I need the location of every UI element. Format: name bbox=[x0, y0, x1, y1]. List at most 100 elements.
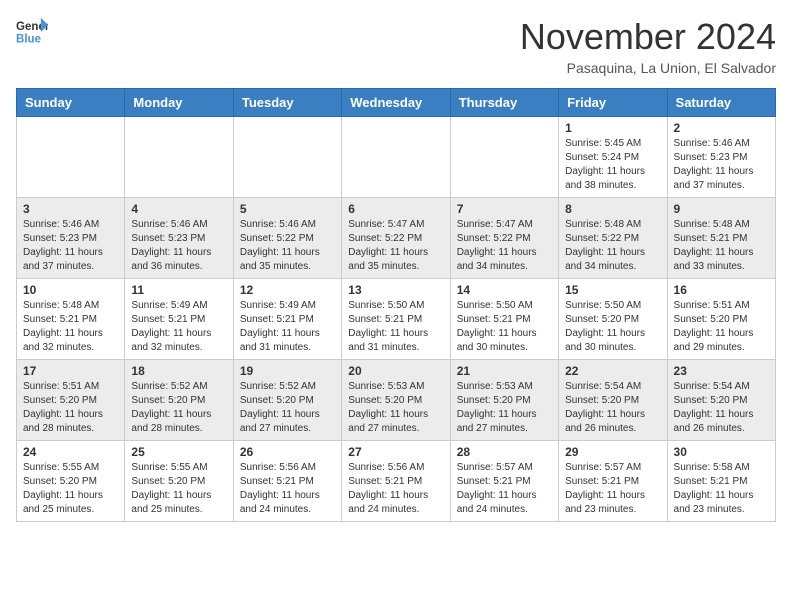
day-cell: 25 Sunrise: 5:55 AM Sunset: 5:20 PM Dayli… bbox=[125, 441, 233, 522]
day-cell: 29 Sunrise: 5:57 AM Sunset: 5:21 PM Dayli… bbox=[559, 441, 667, 522]
page-header: General Blue November 2024 Pasaquina, La… bbox=[16, 16, 776, 76]
day-info: Sunrise: 5:55 AM Sunset: 5:20 PM Dayligh… bbox=[131, 461, 226, 517]
day-cell: 15 Sunrise: 5:50 AM Sunset: 5:20 PM Dayli… bbox=[559, 279, 667, 360]
day-number: 26 bbox=[240, 445, 335, 459]
day-cell: 16Sunrise: 5:51 AM Sunset: 5:20 PM Dayli… bbox=[667, 279, 775, 360]
day-cell: 5Sunrise: 5:46 AM Sunset: 5:22 PM Daylig… bbox=[233, 198, 341, 279]
day-cell bbox=[125, 117, 233, 198]
day-number: 21 bbox=[457, 364, 552, 378]
day-cell: 28 Sunrise: 5:57 AM Sunset: 5:21 PM Dayli… bbox=[450, 441, 558, 522]
day-number: 11 bbox=[131, 283, 226, 297]
day-number: 17 bbox=[23, 364, 118, 378]
day-cell: 26 Sunrise: 5:56 AM Sunset: 5:21 PM Dayli… bbox=[233, 441, 341, 522]
day-info: Sunrise: 5:53 AM Sunset: 5:20 PM Dayligh… bbox=[348, 380, 443, 436]
day-number: 16 bbox=[674, 283, 769, 297]
day-cell: 22 Sunrise: 5:54 AM Sunset: 5:20 PM Dayli… bbox=[559, 360, 667, 441]
day-info: Sunrise: 5:57 AM Sunset: 5:21 PM Dayligh… bbox=[565, 461, 660, 517]
day-number: 6 bbox=[348, 202, 443, 216]
day-info: Sunrise: 5:48 AM Sunset: 5:21 PM Dayligh… bbox=[23, 299, 118, 355]
day-cell: 12Sunrise: 5:49 AM Sunset: 5:21 PM Dayli… bbox=[233, 279, 341, 360]
day-info: Sunrise: 5:45 AM Sunset: 5:24 PM Dayligh… bbox=[565, 137, 660, 193]
day-cell: 30Sunrise: 5:58 AM Sunset: 5:21 PM Dayli… bbox=[667, 441, 775, 522]
day-cell: 14 Sunrise: 5:50 AM Sunset: 5:21 PM Dayli… bbox=[450, 279, 558, 360]
weekday-header-row: SundayMondayTuesdayWednesdayThursdayFrid… bbox=[17, 89, 776, 117]
day-number: 2 bbox=[674, 121, 769, 135]
weekday-header-tuesday: Tuesday bbox=[233, 89, 341, 117]
day-info: Sunrise: 5:47 AM Sunset: 5:22 PM Dayligh… bbox=[457, 218, 552, 274]
day-info: Sunrise: 5:50 AM Sunset: 5:20 PM Dayligh… bbox=[565, 299, 660, 355]
day-info: Sunrise: 5:54 AM Sunset: 5:20 PM Dayligh… bbox=[674, 380, 769, 436]
day-number: 25 bbox=[131, 445, 226, 459]
day-number: 30 bbox=[674, 445, 769, 459]
day-info: Sunrise: 5:48 AM Sunset: 5:21 PM Dayligh… bbox=[674, 218, 769, 274]
day-cell: 3 Sunrise: 5:46 AM Sunset: 5:23 PM Daylig… bbox=[17, 198, 125, 279]
day-cell bbox=[342, 117, 450, 198]
day-cell: 10 Sunrise: 5:48 AM Sunset: 5:21 PM Dayli… bbox=[17, 279, 125, 360]
day-number: 23 bbox=[674, 364, 769, 378]
day-info: Sunrise: 5:48 AM Sunset: 5:22 PM Dayligh… bbox=[565, 218, 660, 274]
day-info: Sunrise: 5:54 AM Sunset: 5:20 PM Dayligh… bbox=[565, 380, 660, 436]
day-info: Sunrise: 5:46 AM Sunset: 5:23 PM Dayligh… bbox=[23, 218, 118, 274]
day-number: 10 bbox=[23, 283, 118, 297]
day-cell: 2 Sunrise: 5:46 AM Sunset: 5:23 PM Daylig… bbox=[667, 117, 775, 198]
week-row-3: 10 Sunrise: 5:48 AM Sunset: 5:21 PM Dayli… bbox=[17, 279, 776, 360]
day-cell: 17 Sunrise: 5:51 AM Sunset: 5:20 PM Dayli… bbox=[17, 360, 125, 441]
day-info: Sunrise: 5:55 AM Sunset: 5:20 PM Dayligh… bbox=[23, 461, 118, 517]
day-cell: 6Sunrise: 5:47 AM Sunset: 5:22 PM Daylig… bbox=[342, 198, 450, 279]
day-number: 28 bbox=[457, 445, 552, 459]
day-number: 18 bbox=[131, 364, 226, 378]
day-cell: 1 Sunrise: 5:45 AM Sunset: 5:24 PM Daylig… bbox=[559, 117, 667, 198]
day-number: 13 bbox=[348, 283, 443, 297]
title-block: November 2024 Pasaquina, La Union, El Sa… bbox=[520, 16, 776, 76]
day-info: Sunrise: 5:53 AM Sunset: 5:20 PM Dayligh… bbox=[457, 380, 552, 436]
logo-icon: General Blue bbox=[16, 16, 48, 48]
weekday-header-friday: Friday bbox=[559, 89, 667, 117]
day-number: 8 bbox=[565, 202, 660, 216]
day-cell: 20 Sunrise: 5:53 AM Sunset: 5:20 PM Dayli… bbox=[342, 360, 450, 441]
day-number: 20 bbox=[348, 364, 443, 378]
day-number: 24 bbox=[23, 445, 118, 459]
day-number: 1 bbox=[565, 121, 660, 135]
day-number: 29 bbox=[565, 445, 660, 459]
weekday-header-sunday: Sunday bbox=[17, 89, 125, 117]
day-info: Sunrise: 5:46 AM Sunset: 5:23 PM Dayligh… bbox=[131, 218, 226, 274]
day-cell: 9Sunrise: 5:48 AM Sunset: 5:21 PM Daylig… bbox=[667, 198, 775, 279]
week-row-1: 1 Sunrise: 5:45 AM Sunset: 5:24 PM Daylig… bbox=[17, 117, 776, 198]
day-cell: 13 Sunrise: 5:50 AM Sunset: 5:21 PM Dayli… bbox=[342, 279, 450, 360]
day-info: Sunrise: 5:52 AM Sunset: 5:20 PM Dayligh… bbox=[240, 380, 335, 436]
day-info: Sunrise: 5:49 AM Sunset: 5:21 PM Dayligh… bbox=[131, 299, 226, 355]
day-cell: 19 Sunrise: 5:52 AM Sunset: 5:20 PM Dayli… bbox=[233, 360, 341, 441]
weekday-header-saturday: Saturday bbox=[667, 89, 775, 117]
week-row-5: 24 Sunrise: 5:55 AM Sunset: 5:20 PM Dayli… bbox=[17, 441, 776, 522]
day-cell: 18Sunrise: 5:52 AM Sunset: 5:20 PM Dayli… bbox=[125, 360, 233, 441]
week-row-2: 3 Sunrise: 5:46 AM Sunset: 5:23 PM Daylig… bbox=[17, 198, 776, 279]
day-cell bbox=[450, 117, 558, 198]
day-info: Sunrise: 5:56 AM Sunset: 5:21 PM Dayligh… bbox=[348, 461, 443, 517]
day-number: 27 bbox=[348, 445, 443, 459]
day-info: Sunrise: 5:49 AM Sunset: 5:21 PM Dayligh… bbox=[240, 299, 335, 355]
day-info: Sunrise: 5:51 AM Sunset: 5:20 PM Dayligh… bbox=[23, 380, 118, 436]
day-info: Sunrise: 5:50 AM Sunset: 5:21 PM Dayligh… bbox=[348, 299, 443, 355]
location: Pasaquina, La Union, El Salvador bbox=[520, 60, 776, 76]
day-cell: 21 Sunrise: 5:53 AM Sunset: 5:20 PM Dayli… bbox=[450, 360, 558, 441]
weekday-header-thursday: Thursday bbox=[450, 89, 558, 117]
day-info: Sunrise: 5:46 AM Sunset: 5:23 PM Dayligh… bbox=[674, 137, 769, 193]
day-number: 22 bbox=[565, 364, 660, 378]
day-number: 15 bbox=[565, 283, 660, 297]
day-number: 7 bbox=[457, 202, 552, 216]
day-number: 3 bbox=[23, 202, 118, 216]
day-cell: 4Sunrise: 5:46 AM Sunset: 5:23 PM Daylig… bbox=[125, 198, 233, 279]
day-number: 19 bbox=[240, 364, 335, 378]
day-cell: 27 Sunrise: 5:56 AM Sunset: 5:21 PM Dayli… bbox=[342, 441, 450, 522]
day-number: 14 bbox=[457, 283, 552, 297]
day-cell: 7 Sunrise: 5:47 AM Sunset: 5:22 PM Daylig… bbox=[450, 198, 558, 279]
day-info: Sunrise: 5:57 AM Sunset: 5:21 PM Dayligh… bbox=[457, 461, 552, 517]
day-info: Sunrise: 5:46 AM Sunset: 5:22 PM Dayligh… bbox=[240, 218, 335, 274]
logo: General Blue bbox=[16, 16, 48, 48]
weekday-header-wednesday: Wednesday bbox=[342, 89, 450, 117]
day-info: Sunrise: 5:50 AM Sunset: 5:21 PM Dayligh… bbox=[457, 299, 552, 355]
day-cell: 24 Sunrise: 5:55 AM Sunset: 5:20 PM Dayli… bbox=[17, 441, 125, 522]
month-title: November 2024 bbox=[520, 16, 776, 58]
day-info: Sunrise: 5:56 AM Sunset: 5:21 PM Dayligh… bbox=[240, 461, 335, 517]
day-cell: 11 Sunrise: 5:49 AM Sunset: 5:21 PM Dayli… bbox=[125, 279, 233, 360]
